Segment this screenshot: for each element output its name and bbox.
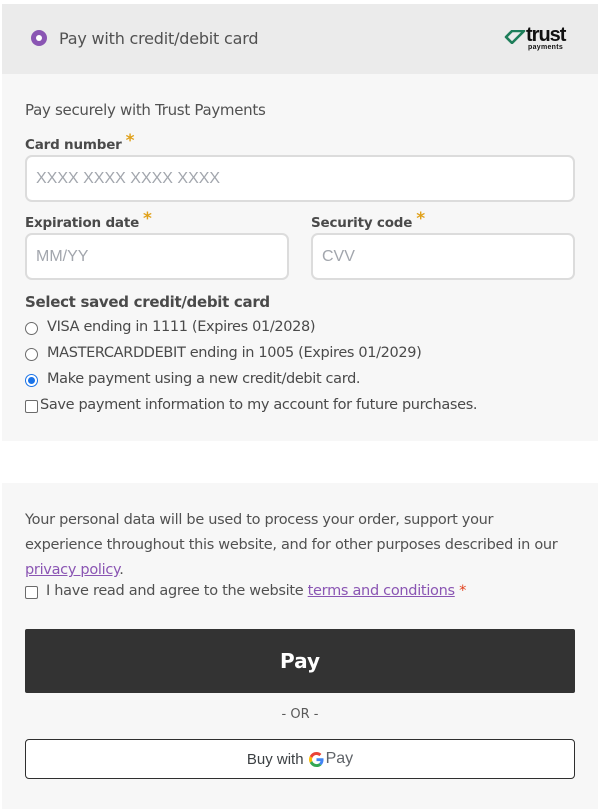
saved-card-label-mastercard[interactable]: MASTERCARDDEBIT ending in 1005 (Expires … bbox=[47, 345, 422, 361]
card-number-field-box[interactable] bbox=[25, 155, 575, 202]
expiration-date-input[interactable] bbox=[27, 235, 287, 278]
saved-card-radio-visa[interactable] bbox=[25, 322, 38, 335]
expiration-date-field-box[interactable] bbox=[25, 233, 289, 280]
security-code-label: Security code * bbox=[311, 209, 425, 231]
google-pay-button[interactable]: Buy with Pay bbox=[25, 739, 575, 779]
terms-conditions-link[interactable]: terms and conditions bbox=[308, 583, 455, 599]
card-details-panel: Pay securely with Trust Payments Card nu… bbox=[2, 74, 598, 441]
card-number-label: Card number * bbox=[25, 131, 135, 153]
pay-button[interactable]: Pay bbox=[25, 629, 575, 693]
secure-intro-text: Pay securely with Trust Payments bbox=[25, 101, 266, 119]
terms-agree-checkbox[interactable] bbox=[25, 586, 38, 599]
google-g-icon bbox=[308, 751, 324, 767]
required-mark: * bbox=[125, 131, 135, 151]
terms-and-actions-panel: Your personal data will be used to proce… bbox=[2, 483, 598, 809]
logo-subword: payments bbox=[528, 44, 564, 51]
saved-card-label-new[interactable]: Make payment using a new credit/debit ca… bbox=[47, 371, 361, 387]
privacy-notice: Your personal data will be used to proce… bbox=[25, 512, 558, 578]
saved-cards-title: Select saved credit/debit card bbox=[25, 293, 270, 311]
saved-card-radio-mastercard[interactable] bbox=[25, 348, 38, 361]
saved-card-radio-new[interactable] bbox=[25, 374, 38, 387]
payment-method-label[interactable]: Pay with credit/debit card bbox=[59, 29, 258, 48]
or-divider: - OR - bbox=[281, 707, 319, 722]
save-payment-info-label[interactable]: Save payment information to my account f… bbox=[40, 397, 478, 413]
saved-card-label-visa[interactable]: VISA ending in 1111 (Expires 01/2028) bbox=[47, 319, 316, 335]
required-mark: * bbox=[416, 209, 425, 229]
security-code-field-box[interactable] bbox=[311, 233, 575, 280]
card-number-input[interactable] bbox=[27, 157, 573, 200]
security-code-input[interactable] bbox=[313, 235, 573, 278]
required-mark: * bbox=[143, 209, 152, 229]
google-pay-prefix: Buy with bbox=[246, 750, 304, 768]
google-pay-word: Pay bbox=[325, 750, 354, 767]
payment-method-radio[interactable] bbox=[31, 30, 47, 46]
expiration-date-label: Expiration date * bbox=[25, 209, 152, 231]
checkout-payment: Pay with credit/debit card trust payment… bbox=[0, 0, 598, 809]
save-payment-info-checkbox[interactable] bbox=[25, 400, 38, 413]
required-mark: * bbox=[459, 583, 467, 599]
trust-payments-logo-icon bbox=[504, 30, 526, 44]
privacy-policy-link[interactable]: privacy policy bbox=[25, 562, 120, 578]
terms-agree-label: I have read and agree to the website ter… bbox=[46, 583, 467, 599]
payment-method-header[interactable]: Pay with credit/debit card trust payment… bbox=[2, 4, 598, 74]
trust-payments-logo: trust payments bbox=[504, 24, 574, 52]
